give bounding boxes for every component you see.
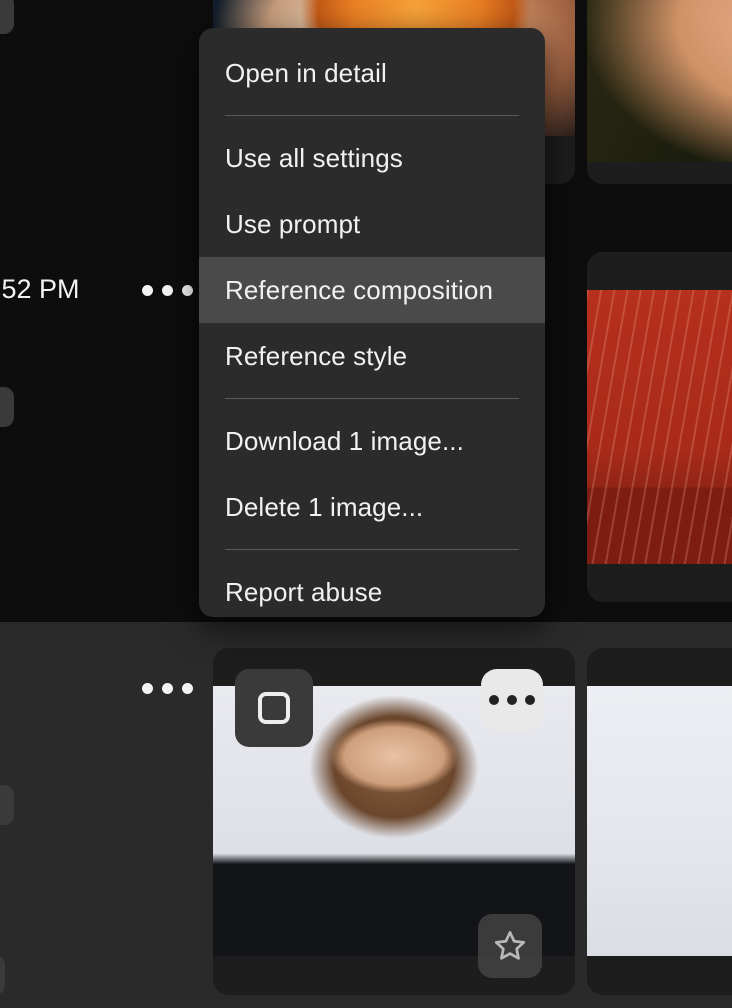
menu-item-label: Reference composition xyxy=(225,274,494,305)
hand-closeup-image xyxy=(587,0,732,162)
style-tag-chip[interactable]: stic xyxy=(0,785,14,825)
style-tag-chip[interactable]: stic xyxy=(0,387,14,427)
red-room-card[interactable] xyxy=(587,252,732,602)
app-canvas: stic :52 PM stic Open in detail Use all … xyxy=(0,0,732,1008)
menu-item-label: Use prompt xyxy=(225,208,361,239)
menu-item-delete-image[interactable]: Delete 1 image... xyxy=(199,474,545,540)
hand-closeup-card[interactable] xyxy=(587,0,732,184)
menu-item-use-prompt[interactable]: Use prompt xyxy=(199,191,545,257)
checkbox-unchecked-icon xyxy=(258,692,290,724)
dot xyxy=(489,695,499,705)
menu-item-open-in-detail[interactable]: Open in detail xyxy=(199,40,545,106)
menu-item-label: Reference style xyxy=(225,340,408,371)
star-outline-icon xyxy=(494,931,526,960)
style-tag-chip[interactable]: stic xyxy=(0,0,14,34)
card-footer-bar xyxy=(587,956,732,995)
dot xyxy=(182,683,193,694)
menu-item-reference-style[interactable]: Reference style xyxy=(199,323,545,389)
portrait-blonde-card[interactable] xyxy=(587,648,732,995)
dot xyxy=(182,285,193,296)
dot xyxy=(142,285,153,296)
favorite-button[interactable] xyxy=(478,914,542,978)
upper-row-overflow-menu[interactable] xyxy=(142,285,193,296)
card-footer-bar xyxy=(587,564,732,602)
dot xyxy=(507,695,517,705)
menu-item-reference-composition[interactable]: Reference composition xyxy=(199,257,545,323)
dot xyxy=(525,695,535,705)
menu-separator xyxy=(225,398,519,399)
portrait-blonde-image xyxy=(587,686,732,956)
card-overflow-menu-button[interactable] xyxy=(481,669,543,731)
dot xyxy=(142,683,153,694)
image-context-menu[interactable]: Open in detail Use all settings Use prom… xyxy=(199,28,545,617)
menu-item-label: Use all settings xyxy=(225,142,403,173)
menu-item-report-abuse[interactable]: Report abuse xyxy=(199,559,545,617)
result-timestamp: :52 PM xyxy=(0,274,80,304)
menu-item-label: Open in detail xyxy=(225,57,387,88)
red-room-image xyxy=(587,290,732,564)
menu-separator xyxy=(225,549,519,550)
menu-item-label: Download 1 image... xyxy=(225,425,464,456)
menu-item-label: Delete 1 image... xyxy=(225,491,424,522)
dot xyxy=(162,285,173,296)
image-select-checkbox[interactable] xyxy=(235,669,313,747)
dot xyxy=(162,683,173,694)
menu-item-download-image[interactable]: Download 1 image... xyxy=(199,408,545,474)
menu-separator xyxy=(225,115,519,116)
card-footer-bar xyxy=(587,162,732,184)
lower-row-overflow-menu[interactable] xyxy=(142,683,193,694)
menu-item-use-all-settings[interactable]: Use all settings xyxy=(199,125,545,191)
menu-item-label: Report abuse xyxy=(225,576,383,607)
